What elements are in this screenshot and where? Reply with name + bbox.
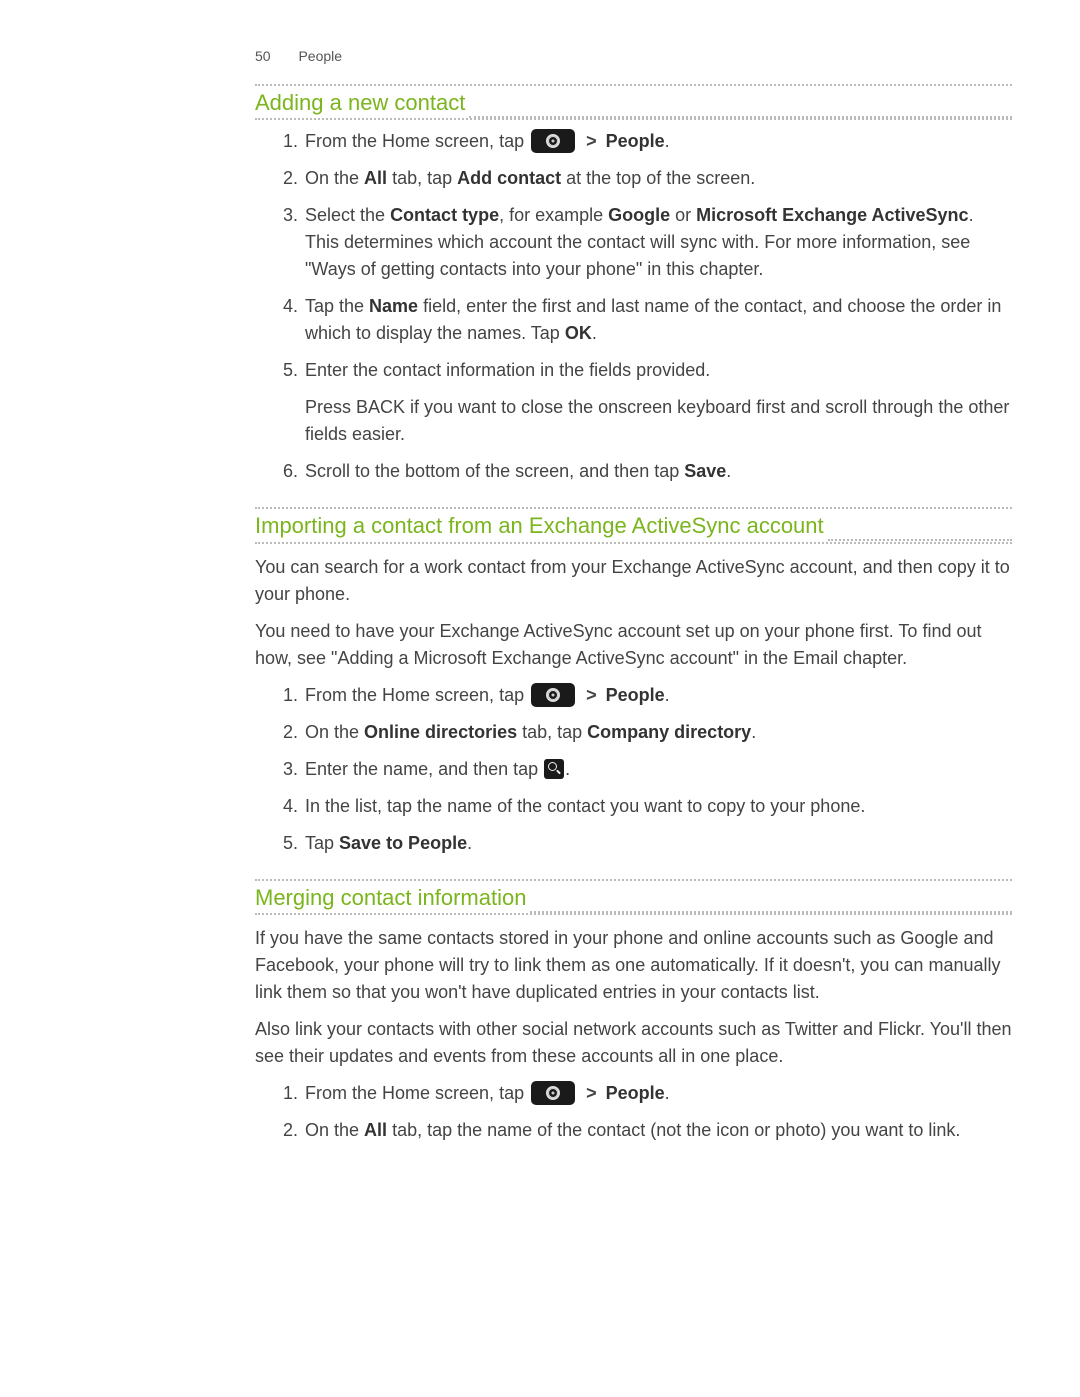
list-item: From the Home screen, tap > People.	[303, 1080, 1012, 1107]
body-text: You need to have your Exchange ActiveSyn…	[255, 618, 1012, 672]
steps-list: From the Home screen, tap > People. On t…	[255, 1080, 1012, 1144]
list-item: Scroll to the bottom of the screen, and …	[303, 458, 1012, 485]
list-item: Enter the contact information in the fie…	[303, 357, 1012, 448]
list-item: In the list, tap the name of the contact…	[303, 793, 1012, 820]
list-item: Select the Contact type, for example Goo…	[303, 202, 1012, 283]
all-apps-icon	[531, 683, 575, 707]
steps-list: From the Home screen, tap > People. On t…	[255, 682, 1012, 857]
body-text: Also link your contacts with other socia…	[255, 1016, 1012, 1070]
chapter-name: People	[298, 48, 342, 64]
list-item: From the Home screen, tap > People.	[303, 128, 1012, 155]
all-apps-icon	[531, 129, 575, 153]
section-title: Merging contact information	[255, 881, 526, 913]
section-importing-contact: Importing a contact from an Exchange Act…	[255, 507, 1012, 856]
section-adding-contact: Adding a new contact From the Home scree…	[255, 84, 1012, 485]
search-icon	[544, 759, 564, 779]
list-item: From the Home screen, tap > People.	[303, 682, 1012, 709]
steps-list: From the Home screen, tap > People. On t…	[255, 128, 1012, 485]
list-item: On the All tab, tap the name of the cont…	[303, 1117, 1012, 1144]
section-title: Importing a contact from an Exchange Act…	[255, 509, 824, 541]
list-item: Enter the name, and then tap .	[303, 756, 1012, 783]
list-item: Tap Save to People.	[303, 830, 1012, 857]
body-text: If you have the same contacts stored in …	[255, 925, 1012, 1006]
body-text: You can search for a work contact from y…	[255, 554, 1012, 608]
page-number: 50	[255, 48, 271, 64]
section-title: Adding a new contact	[255, 86, 465, 118]
page-header: 50 People	[255, 48, 1012, 64]
section-merging-contact: Merging contact information If you have …	[255, 879, 1012, 1144]
list-item: On the Online directories tab, tap Compa…	[303, 719, 1012, 746]
document-page: 50 People Adding a new contact From the …	[0, 0, 1080, 1226]
list-item: On the All tab, tap Add contact at the t…	[303, 165, 1012, 192]
all-apps-icon	[531, 1081, 575, 1105]
list-item: Tap the Name field, enter the first and …	[303, 293, 1012, 347]
